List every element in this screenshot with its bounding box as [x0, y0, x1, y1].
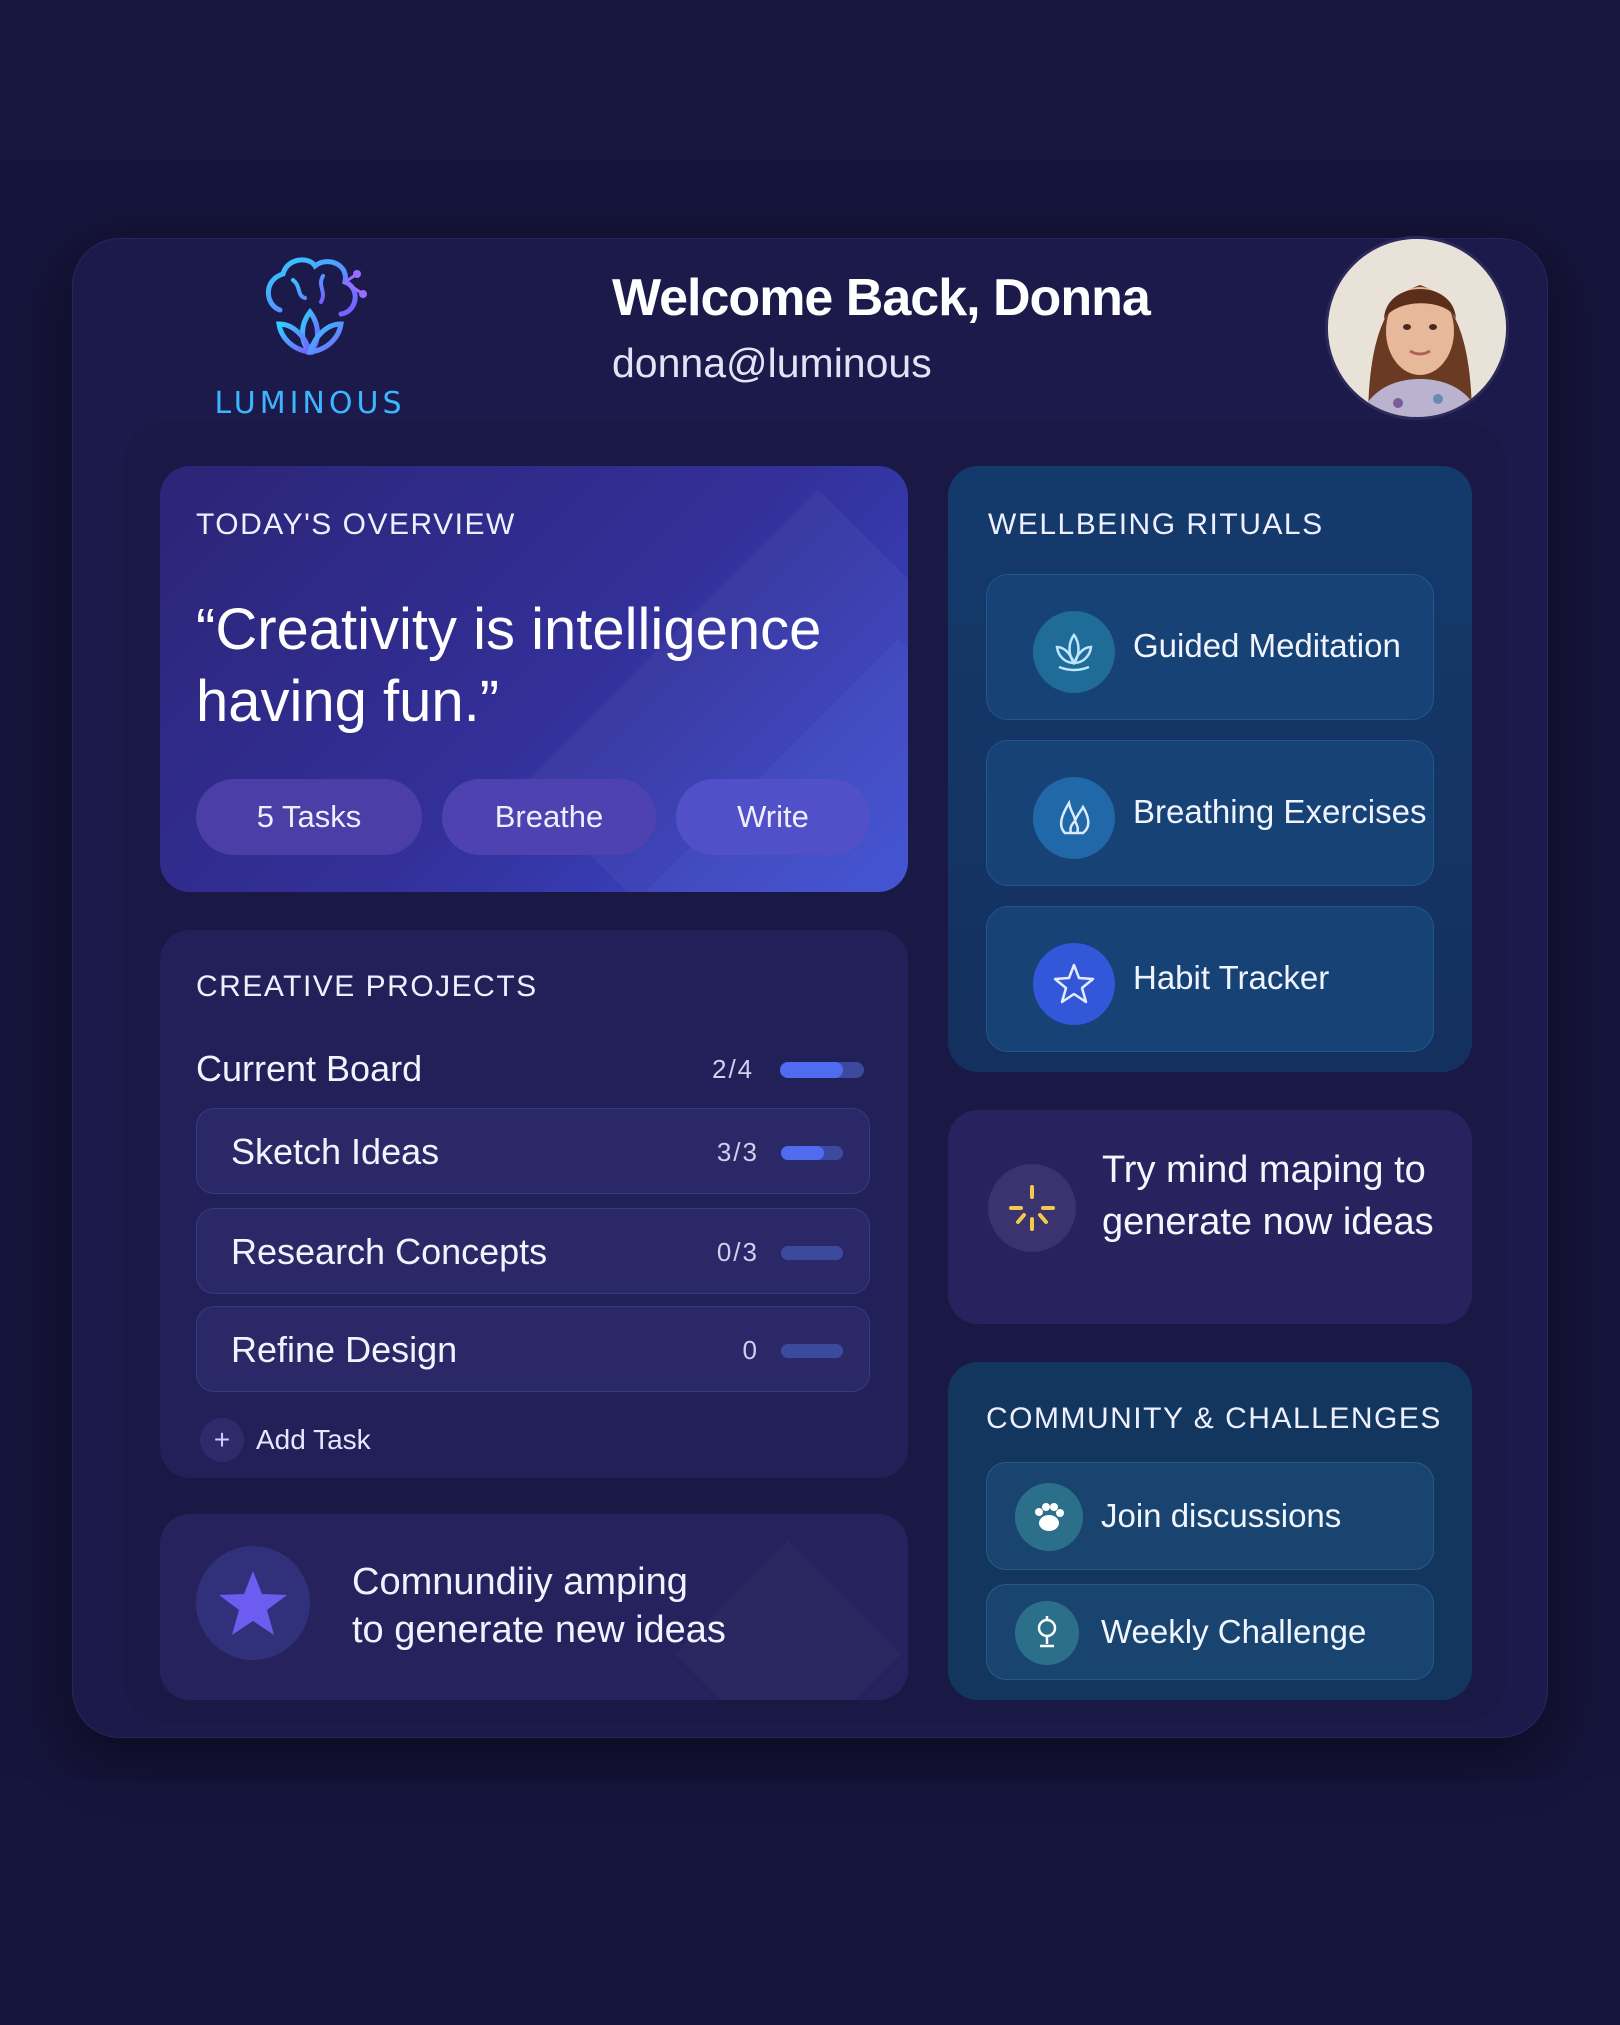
brand-name: LUMINOUS [214, 386, 406, 421]
brand-logo[interactable]: LUMINOUS [210, 250, 410, 430]
creative-projects-card: CREATIVE PROJECTS Current Board 2/4 Sket… [160, 930, 908, 1478]
challenge-label: Join discussions [1101, 1497, 1342, 1534]
community-prompt-card[interactable]: Comnundiiy amping to generate new ideas [160, 1514, 908, 1700]
task-label: Refine Design [231, 1329, 458, 1370]
star-glyph [219, 1571, 287, 1635]
paw-icon [1015, 1483, 1083, 1551]
ritual-habit-tracker[interactable]: Habit Tracker [986, 906, 1434, 1052]
current-board-label: Current Board [196, 1048, 423, 1089]
top-band [0, 0, 1620, 160]
task-label: Sketch Ideas [231, 1131, 440, 1172]
avatar-portrait [1328, 239, 1506, 417]
user-email: donna@luminous [612, 340, 932, 386]
paw-glyph [1035, 1503, 1064, 1531]
brain-lotus-icon [265, 257, 367, 356]
community-challenges-card: COMMUNITY & CHALLENGES Join discussions … [948, 1362, 1472, 1700]
wellbeing-title: WELLBEING RITUALS [988, 508, 1324, 541]
ritual-guided-meditation[interactable]: Guided Meditation [986, 574, 1434, 720]
join-discussions-item[interactable]: Join discussions [986, 1462, 1434, 1570]
task-row-sketch-ideas[interactable]: Sketch Ideas 3/3 [196, 1108, 870, 1194]
mind-map-prompt-card[interactable]: Try mind maping to generate now ideas [948, 1110, 1472, 1324]
welcome-heading: Welcome Back, Donna [612, 269, 1151, 327]
add-task-button[interactable]: + Add Task [200, 1418, 371, 1462]
challenge-label: Weekly Challenge [1101, 1613, 1367, 1650]
trophy-icon [1015, 1601, 1079, 1665]
task-row-refine-design[interactable]: Refine Design 0 [196, 1306, 870, 1392]
trophy-glyph [1037, 1616, 1057, 1648]
ritual-label: Breathing Exercises [1133, 793, 1427, 830]
flame-icon [1033, 777, 1115, 859]
task-label: Research Concepts [231, 1231, 548, 1272]
star-icon [1033, 943, 1115, 1025]
plus-icon: + [200, 1418, 244, 1462]
avatar[interactable] [1325, 236, 1509, 420]
mind-map-text: Try mind maping to generate now ideas [1102, 1149, 1434, 1243]
task-progress [781, 1146, 843, 1160]
weekly-challenge-item[interactable]: Weekly Challenge [986, 1584, 1434, 1680]
projects-title: CREATIVE PROJECTS [196, 970, 538, 1003]
task-count: 3/3 [716, 1137, 759, 1167]
task-count: 0/3 [716, 1237, 759, 1267]
ritual-label: Habit Tracker [1133, 959, 1330, 996]
lotus-hands-glyph [1055, 632, 1093, 672]
wellbeing-rituals-card: WELLBEING RITUALS Guided Meditation Brea… [948, 466, 1472, 1072]
ritual-breathing-exercises[interactable]: Breathing Exercises [986, 740, 1434, 886]
challenges-title: COMMUNITY & CHALLENGES [986, 1402, 1442, 1435]
todays-overview-card: TODAY'S OVERVIEW “Creativity is intellig… [160, 466, 908, 892]
current-board-count: 2/4 [712, 1054, 755, 1084]
overview-title: TODAY'S OVERVIEW [196, 508, 516, 541]
flame-glyph [1059, 799, 1090, 835]
tasks-pill-button[interactable]: 5 Tasks [196, 779, 422, 855]
community-prompt-text: Comnundiiy amping to generate new ideas [352, 1558, 726, 1654]
ritual-label: Guided Meditation [1133, 627, 1401, 664]
task-row-research-concepts[interactable]: Research Concepts 0/3 [196, 1208, 870, 1294]
progress-fill [780, 1062, 843, 1078]
current-board-progress [780, 1062, 864, 1078]
community-text-line: to generate new ideas [352, 1609, 726, 1651]
sparkle-glyph [1009, 1185, 1055, 1231]
overview-quote: “Creativity is intelligence having fun.” [196, 597, 822, 734]
bottom-band [0, 1780, 1620, 2025]
progress-fill [781, 1146, 825, 1160]
star-outline-glyph [1053, 963, 1095, 1004]
write-pill-button[interactable]: Write [676, 779, 870, 855]
task-progress [781, 1344, 843, 1358]
breathe-pill-button[interactable]: Breathe [442, 779, 656, 855]
add-task-label: Add Task [256, 1424, 371, 1455]
star-icon [196, 1546, 310, 1660]
task-progress [781, 1246, 843, 1260]
community-text-line: Comnundiiy amping [352, 1561, 688, 1603]
task-count: 0 [742, 1335, 759, 1365]
lotus-hands-icon [1033, 611, 1115, 693]
sparkle-icon [988, 1164, 1076, 1252]
